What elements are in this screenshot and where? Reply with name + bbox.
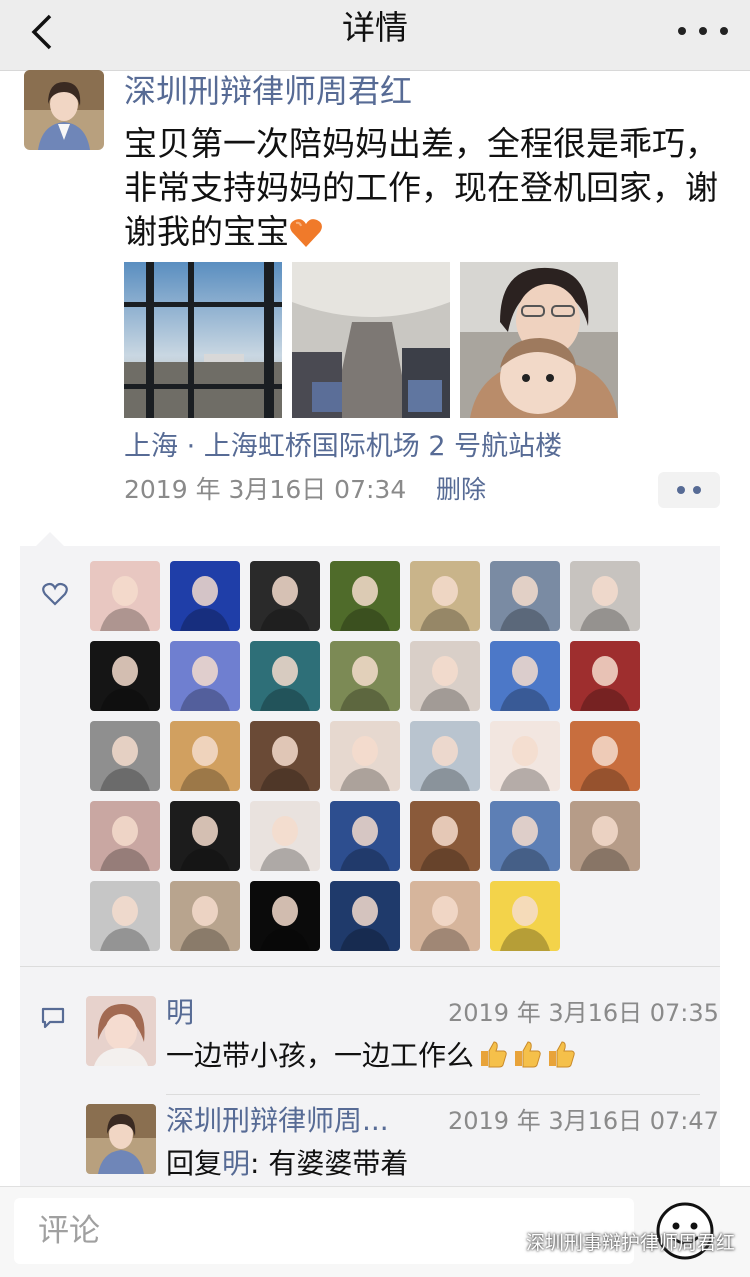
author-avatar[interactable]	[24, 70, 104, 150]
liker-avatar[interactable]	[570, 561, 640, 631]
liker-avatar[interactable]	[410, 801, 480, 871]
comment-body: 一边带小孩，一边工作么	[166, 1039, 475, 1072]
comment-time: 2019 年 3月16日 07:47	[448, 1107, 719, 1135]
airport-window-photo[interactable]	[124, 262, 282, 418]
liker-avatar[interactable]	[250, 721, 320, 791]
comment-divider	[166, 1094, 700, 1095]
more-dots-icon	[677, 486, 685, 494]
liker-avatar[interactable]	[250, 801, 320, 871]
more-dots-icon	[678, 27, 686, 35]
more-button[interactable]	[678, 16, 728, 46]
heart-outline-icon	[42, 582, 68, 606]
liker-avatar[interactable]	[410, 561, 480, 631]
comment-time: 2019 年 3月16日 07:35	[448, 999, 719, 1027]
liker-avatar[interactable]	[570, 641, 640, 711]
liker-avatar[interactable]	[90, 801, 160, 871]
liker-avatar[interactable]	[170, 801, 240, 871]
liker-avatar[interactable]	[90, 721, 160, 791]
thumbs-up-emoji	[481, 1041, 507, 1068]
commenter-avatar[interactable]	[86, 1104, 156, 1174]
comment-text: 一边带小孩，一边工作么	[166, 1038, 576, 1074]
liker-avatar[interactable]	[90, 641, 160, 711]
liker-avatar[interactable]	[490, 881, 560, 951]
likes-divider	[20, 966, 720, 967]
liker-avatar[interactable]	[250, 881, 320, 951]
liker-avatar[interactable]	[410, 881, 480, 951]
panel-notch	[36, 532, 64, 546]
liker-avatar[interactable]	[330, 801, 400, 871]
post-body: 宝贝第一次陪妈妈出差，全程很是乖巧，非常支持妈妈的工作，现在登机回家，谢谢我的宝…	[124, 124, 718, 251]
liker-avatar[interactable]	[330, 721, 400, 791]
post-text: 宝贝第一次陪妈妈出差，全程很是乖巧，非常支持妈妈的工作，现在登机回家，谢谢我的宝…	[124, 122, 724, 254]
location-link[interactable]: 上海 · 上海虹桥国际机场 2 号航站楼	[124, 430, 562, 464]
liker-avatar[interactable]	[490, 641, 560, 711]
reply-body: : 有婆婆带着	[250, 1147, 409, 1180]
liker-avatar[interactable]	[490, 801, 560, 871]
liker-avatar[interactable]	[170, 881, 240, 951]
liker-avatar[interactable]	[170, 561, 240, 631]
wechat-official-icon	[501, 1234, 519, 1252]
liker-avatar[interactable]	[410, 641, 480, 711]
liker-avatar[interactable]	[90, 881, 160, 951]
liker-avatar[interactable]	[170, 721, 240, 791]
orange-heart-emoji	[290, 219, 322, 247]
liker-avatar[interactable]	[250, 561, 320, 631]
nav-bar: 详情	[0, 0, 750, 71]
author-name[interactable]: 深圳刑辩律师周君红	[124, 70, 412, 112]
mother-baby-selfie-photo[interactable]	[460, 262, 618, 418]
watermark-text: 深圳刑事辩护律师周君红	[526, 1232, 736, 1254]
commenter-avatar[interactable]	[86, 996, 156, 1066]
comment-bubble-icon	[41, 1007, 65, 1029]
liker-avatar[interactable]	[330, 881, 400, 951]
liker-avatar[interactable]	[410, 721, 480, 791]
comment-author[interactable]: 深圳刑辩律师周...	[166, 1104, 389, 1138]
delete-button[interactable]: 删除	[436, 475, 486, 505]
liker-avatar[interactable]	[570, 721, 640, 791]
watermark: 深圳刑事辩护律师周君红	[500, 1230, 735, 1256]
reply-prefix: 回复	[166, 1147, 223, 1180]
post-timestamp: 2019 年 3月16日 07:34	[124, 475, 407, 504]
airplane-cabin-photo[interactable]	[292, 262, 450, 418]
page-title: 详情	[342, 8, 408, 47]
thumbs-up-emoji	[549, 1041, 575, 1068]
liker-avatar[interactable]	[490, 721, 560, 791]
liker-avatar[interactable]	[330, 561, 400, 631]
reply-text: 回复明: 有婆婆带着	[166, 1146, 408, 1182]
liker-avatar[interactable]	[490, 561, 560, 631]
liker-avatar[interactable]	[170, 641, 240, 711]
reply-target[interactable]: 明	[222, 1147, 250, 1180]
thumbs-up-emoji	[515, 1041, 541, 1068]
liker-avatar[interactable]	[90, 561, 160, 631]
liker-avatar[interactable]	[250, 641, 320, 711]
like-comment-menu-button[interactable]	[658, 472, 720, 508]
liker-avatar[interactable]	[330, 641, 400, 711]
comment-author[interactable]: 明	[166, 996, 194, 1030]
liker-avatar[interactable]	[570, 801, 640, 871]
